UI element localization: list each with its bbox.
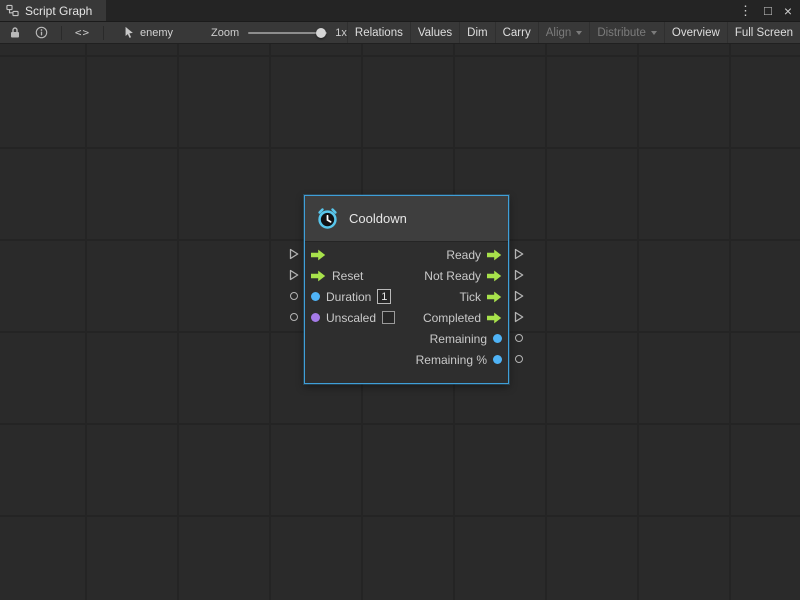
- circle-port-icon: [290, 313, 298, 321]
- dim-button[interactable]: Dim: [459, 22, 494, 43]
- triangle-port-icon: [514, 248, 524, 260]
- unscaled-checkbox[interactable]: [382, 311, 395, 324]
- titlebar-spacer: [106, 0, 731, 21]
- graph-target[interactable]: enemy: [123, 26, 173, 39]
- window-titlebar: Script Graph ⋮ □ ×: [0, 0, 800, 22]
- triangle-port-icon: [514, 290, 524, 302]
- flow-in-arrow-icon[interactable]: [311, 270, 326, 282]
- alarm-clock-icon: [315, 206, 340, 231]
- flow-out-arrow-icon[interactable]: [487, 312, 502, 324]
- triangle-port-icon: [289, 248, 299, 260]
- code-icon: <>: [75, 26, 90, 39]
- port-row: Remaining %: [305, 349, 508, 370]
- node-box: Cooldown Ready Reset: [304, 195, 509, 384]
- bool-port-icon[interactable]: [311, 313, 320, 322]
- carry-button[interactable]: Carry: [495, 22, 538, 43]
- node-body: Ready Reset Not Ready: [305, 242, 508, 383]
- lock-icon: [9, 26, 21, 39]
- window-menu-icon[interactable]: ⋮: [739, 4, 752, 17]
- toolbar-separator: [61, 26, 62, 40]
- overview-label: Overview: [672, 27, 720, 39]
- port-value-in-unscaled[interactable]: [288, 306, 300, 327]
- circle-port-icon: [515, 355, 523, 363]
- flow-out-arrow-icon[interactable]: [487, 249, 502, 261]
- close-icon[interactable]: ×: [784, 4, 792, 18]
- graph-icon: [6, 4, 19, 17]
- distribute-label: Distribute: [597, 27, 646, 39]
- flow-out-arrow-icon[interactable]: [487, 270, 502, 282]
- cooldown-node: Cooldown Ready Reset: [288, 195, 525, 384]
- info-button[interactable]: [31, 22, 52, 43]
- chevron-down-icon: [651, 31, 657, 35]
- port-label-completed: Completed: [423, 311, 481, 325]
- port-label-not-ready: Not Ready: [424, 269, 481, 283]
- flow-out-arrow-icon[interactable]: [487, 291, 502, 303]
- values-button[interactable]: Values: [410, 22, 459, 43]
- port-row: Remaining: [305, 328, 508, 349]
- port-row: Duration Tick: [305, 286, 508, 307]
- number-port-icon[interactable]: [493, 355, 502, 364]
- target-name: enemy: [140, 27, 173, 39]
- align-label: Align: [546, 27, 572, 39]
- node-title: Cooldown: [349, 211, 407, 226]
- triangle-port-icon: [514, 269, 524, 281]
- node-output-ports: [513, 243, 525, 369]
- values-label: Values: [418, 27, 452, 39]
- port-label-tick: Tick: [459, 290, 481, 304]
- port-label-remaining-pct: Remaining %: [416, 353, 487, 367]
- port-label-reset: Reset: [332, 269, 363, 283]
- zoom-slider-knob[interactable]: [316, 28, 326, 38]
- align-button: Align: [538, 22, 590, 43]
- info-icon: [35, 26, 48, 39]
- node-input-ports: [288, 243, 300, 327]
- port-flow-out-tick[interactable]: [513, 285, 525, 306]
- relations-label: Relations: [355, 27, 403, 39]
- port-value-in-duration[interactable]: [288, 285, 300, 306]
- port-flow-in-reset[interactable]: [288, 264, 300, 285]
- number-port-icon[interactable]: [493, 334, 502, 343]
- port-row: Reset Not Ready: [305, 265, 508, 286]
- zoom-label: Zoom: [211, 27, 239, 39]
- toolbar-separator: [103, 26, 104, 40]
- port-label-remaining: Remaining: [430, 332, 487, 346]
- port-flow-out-not-ready[interactable]: [513, 264, 525, 285]
- fullscreen-button[interactable]: Full Screen: [727, 22, 800, 43]
- port-flow-in[interactable]: [288, 243, 300, 264]
- distribute-button: Distribute: [589, 22, 664, 43]
- port-label-ready: Ready: [446, 248, 481, 262]
- port-value-out-remaining[interactable]: [513, 327, 525, 348]
- maximize-icon[interactable]: □: [764, 4, 772, 17]
- chevron-down-icon: [576, 31, 582, 35]
- number-port-icon[interactable]: [311, 292, 320, 301]
- zoom-slider[interactable]: [248, 27, 327, 39]
- carry-label: Carry: [503, 27, 531, 39]
- port-label-unscaled: Unscaled: [326, 311, 376, 325]
- port-flow-out-ready[interactable]: [513, 243, 525, 264]
- circle-port-icon: [515, 334, 523, 342]
- duration-input[interactable]: [377, 289, 391, 304]
- lock-button[interactable]: [5, 22, 25, 43]
- code-view-button[interactable]: <>: [71, 22, 94, 43]
- graph-toolbar: <> enemy Zoom 1x Relations Values Dim Ca…: [0, 22, 800, 44]
- port-label-duration: Duration: [326, 290, 371, 304]
- triangle-port-icon: [514, 311, 524, 323]
- node-header[interactable]: Cooldown: [305, 196, 508, 242]
- zoom-value: 1x: [335, 27, 347, 39]
- toolbar-actions: Relations Values Dim Carry Align Distrib…: [347, 22, 800, 43]
- flow-in-arrow-icon[interactable]: [311, 249, 326, 261]
- port-flow-out-completed[interactable]: [513, 306, 525, 327]
- relations-button[interactable]: Relations: [347, 22, 410, 43]
- graph-canvas[interactable]: Cooldown Ready Reset: [0, 44, 800, 600]
- tab-script-graph[interactable]: Script Graph: [0, 0, 106, 21]
- pointer-icon: [123, 26, 135, 39]
- port-row: Ready: [305, 244, 508, 265]
- port-value-out-remaining-pct[interactable]: [513, 348, 525, 369]
- dim-label: Dim: [467, 27, 487, 39]
- fullscreen-label: Full Screen: [735, 27, 793, 39]
- triangle-port-icon: [289, 269, 299, 281]
- circle-port-icon: [290, 292, 298, 300]
- overview-button[interactable]: Overview: [664, 22, 727, 43]
- tab-title: Script Graph: [25, 4, 92, 18]
